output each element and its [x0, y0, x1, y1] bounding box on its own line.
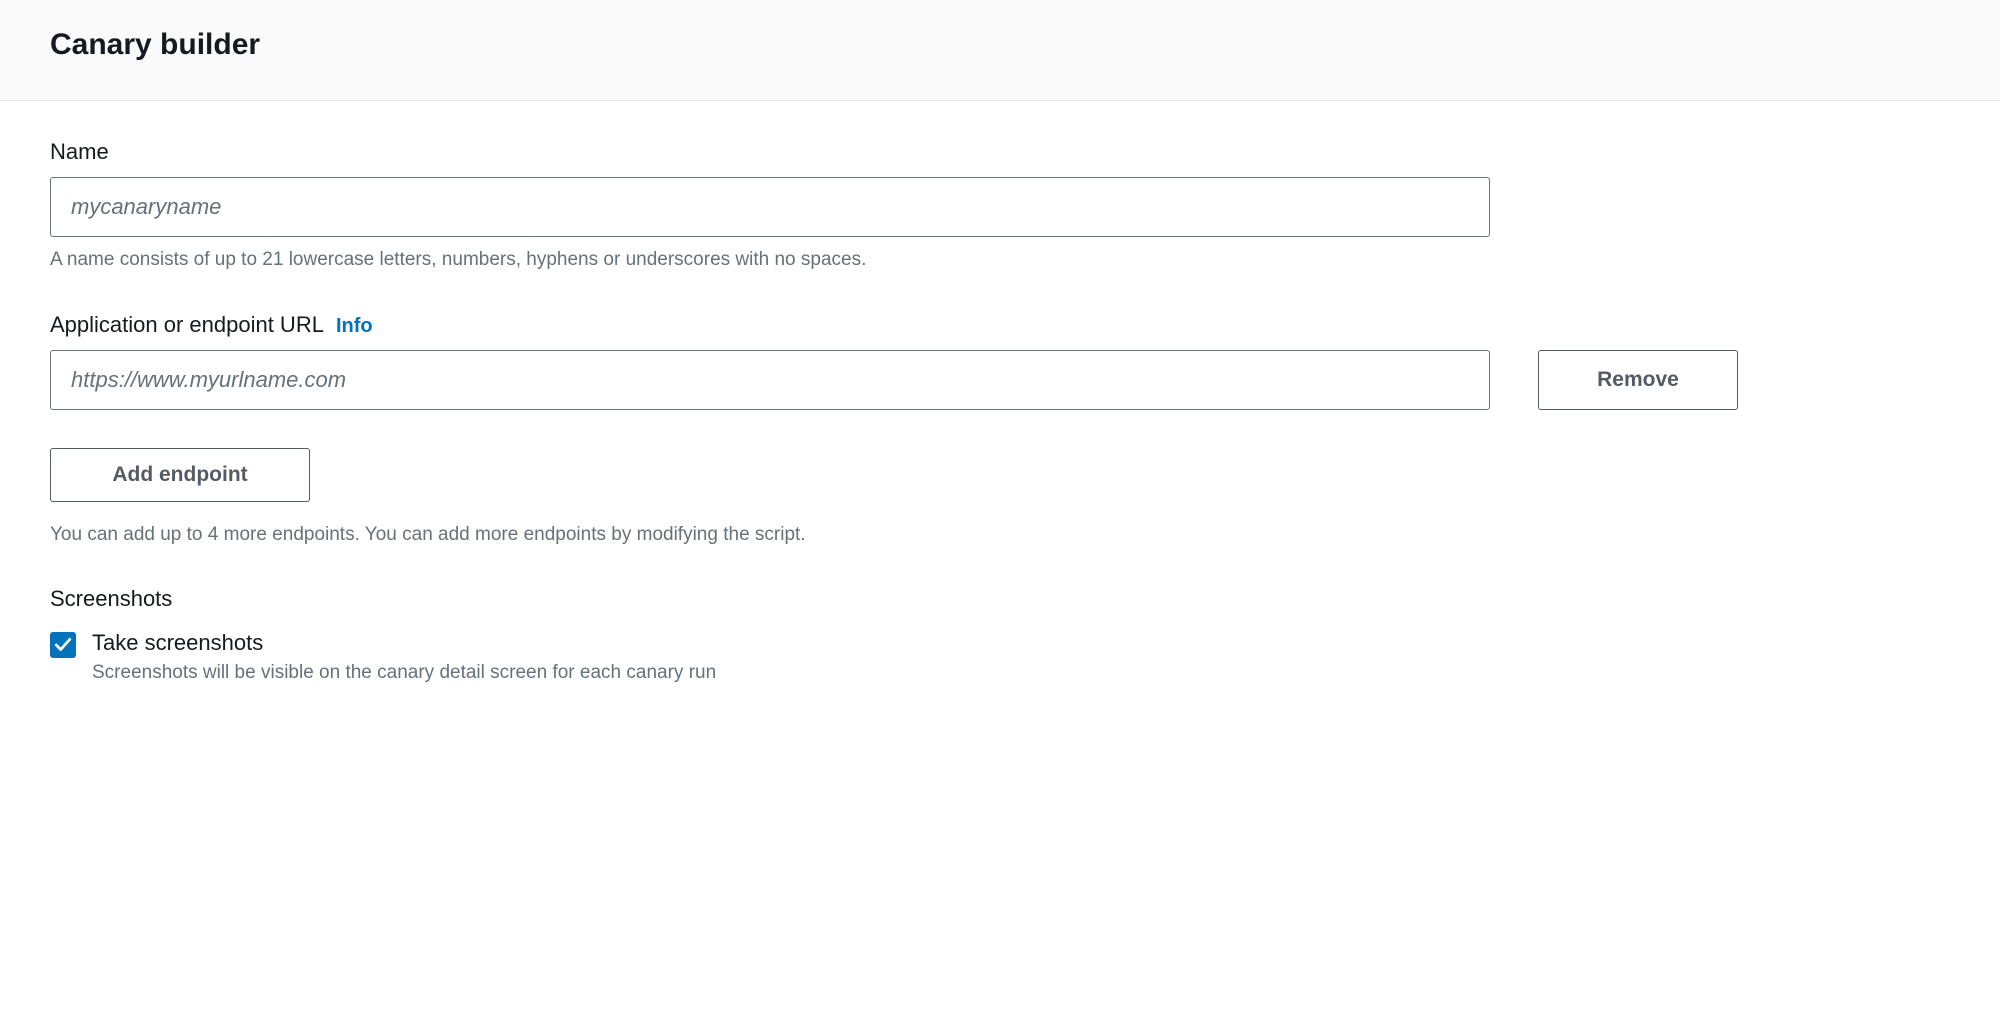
url-label: Application or endpoint URL	[50, 312, 324, 338]
url-field-group: Application or endpoint URL Info Remove	[50, 312, 1950, 410]
screenshots-group: Screenshots Take screenshots Screenshots…	[50, 586, 1950, 684]
page-header: Canary builder	[0, 0, 2000, 101]
info-link[interactable]: Info	[336, 315, 373, 338]
checkbox-content: Take screenshots Screenshots will be vis…	[92, 630, 716, 684]
name-field-group: Name A name consists of up to 21 lowerca…	[50, 139, 1950, 274]
screenshots-heading: Screenshots	[50, 586, 1950, 612]
name-helper-text: A name consists of up to 21 lowercase le…	[50, 247, 1950, 274]
page-title: Canary builder	[50, 28, 1950, 62]
add-endpoint-group: Add endpoint You can add up to 4 more en…	[50, 448, 1950, 549]
take-screenshots-label: Take screenshots	[92, 630, 716, 656]
checkmark-icon	[54, 636, 72, 654]
url-input[interactable]	[50, 350, 1490, 410]
form-content: Name A name consists of up to 21 lowerca…	[0, 101, 2000, 722]
remove-button[interactable]: Remove	[1538, 350, 1738, 410]
add-endpoint-helper: You can add up to 4 more endpoints. You …	[50, 522, 1950, 549]
add-endpoint-button[interactable]: Add endpoint	[50, 448, 310, 502]
take-screenshots-helper: Screenshots will be visible on the canar…	[92, 662, 716, 684]
take-screenshots-checkbox[interactable]	[50, 632, 76, 658]
url-label-row: Application or endpoint URL Info	[50, 312, 1950, 338]
name-input[interactable]	[50, 177, 1490, 237]
url-input-row: Remove	[50, 350, 1950, 410]
screenshots-checkbox-row: Take screenshots Screenshots will be vis…	[50, 630, 1950, 684]
name-label: Name	[50, 139, 1950, 165]
